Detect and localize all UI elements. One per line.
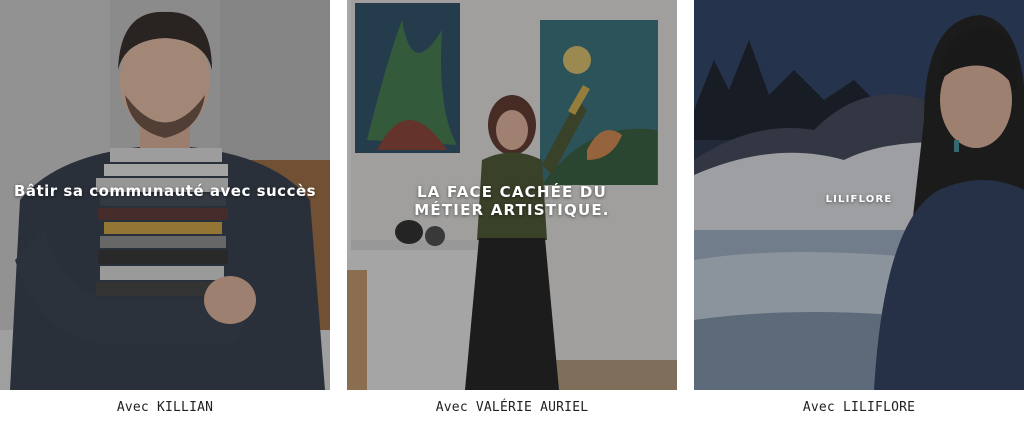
podcast-card-valerie-auriel[interactable]: LA FACE CACHÉE DU MÉTIER ARTISTIQUE. [347,0,677,390]
card-caption[interactable]: Avec KILLIAN [0,396,330,420]
card-caption[interactable]: Avec VALÉRIE AURIEL [347,396,677,420]
card-title: LA FACE CACHÉE DU MÉTIER ARTISTIQUE. [414,183,610,219]
card-caption[interactable]: Avec LILIFLORE [694,396,1024,420]
podcast-card-killian[interactable]: Bâtir sa communauté avec succès [0,0,330,390]
podcast-card-liliflore[interactable]: LILIFLORE [694,0,1024,390]
card-title: Bâtir sa communauté avec succès [13,182,317,200]
card-title: LILIFLORE [825,194,893,205]
